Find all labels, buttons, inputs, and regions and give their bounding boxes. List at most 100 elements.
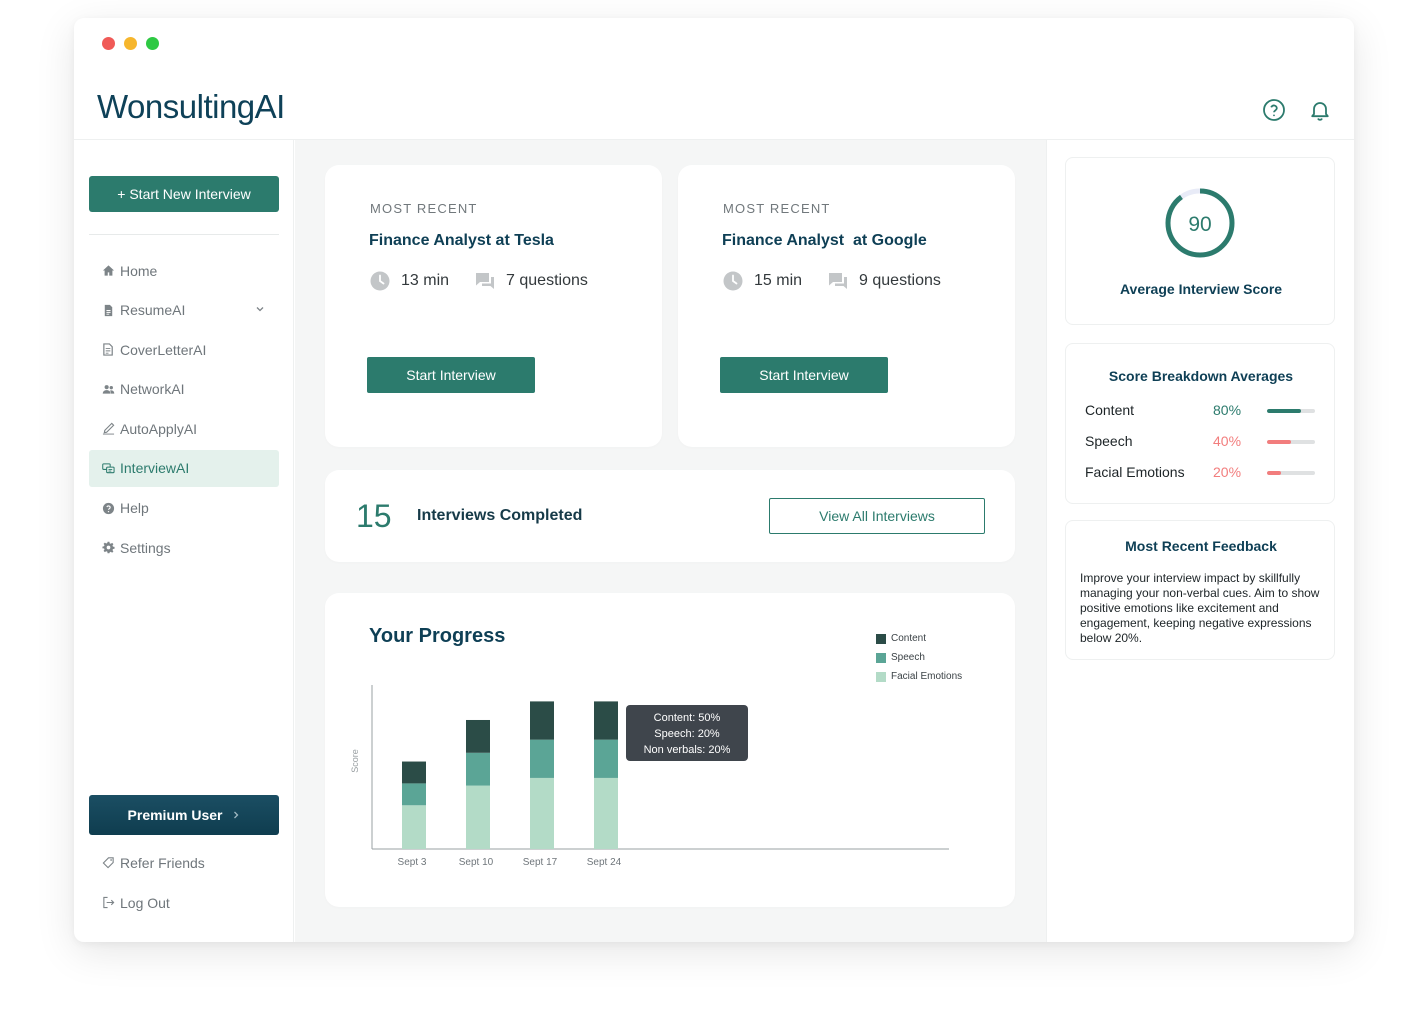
recent-feedback-card: Most Recent Feedback Improve your interv… <box>1065 520 1335 660</box>
bar-segment-facial-emotions-sept-24[interactable] <box>594 777 618 849</box>
recent-feedback-title: Most Recent Feedback <box>1125 538 1277 554</box>
chat-icon <box>101 461 115 475</box>
breakdown-label: Speech <box>1085 433 1133 449</box>
chart-tooltip: Content: 50% Speech: 20% Non verbals: 20… <box>626 705 748 761</box>
score-value: 90 <box>1188 213 1211 236</box>
chat-bubbles-icon <box>829 273 848 289</box>
sidebar-item-coverletterai[interactable]: CoverLetterAI <box>89 331 279 368</box>
progress-chart-card: Your Progress Content Speech Facial Emot… <box>325 593 1015 907</box>
interview-questions: 9 questions <box>859 272 941 289</box>
right-panel: 90 Average Interview Score Score Breakdo… <box>1046 140 1354 942</box>
interview-duration: 15 min <box>754 272 803 289</box>
sidebar-item-label: Help <box>120 500 149 517</box>
sidebar-item-label: NetworkAI <box>120 381 185 398</box>
pen-icon <box>101 422 115 436</box>
people-icon <box>101 382 115 396</box>
sidebar-item-label: Settings <box>120 539 171 556</box>
tooltip-line: Content: 50% <box>654 712 721 724</box>
recent-interview-card-2: MOST RECENT Finance Analyst at Google 15… <box>678 165 1015 447</box>
bar-segment-facial-emotions-sept-10[interactable] <box>466 785 490 849</box>
view-all-interviews-button[interactable]: View All Interviews <box>769 498 985 534</box>
breakdown-pct: 20% <box>1213 464 1242 480</box>
chevron-down-icon[interactable] <box>255 304 265 314</box>
interview-duration: 13 min <box>401 272 450 289</box>
average-score-card: 90 Average Interview Score <box>1065 157 1335 325</box>
breakdown-bar <box>1267 409 1315 413</box>
sidebar-item-interviewai[interactable]: InterviewAI <box>89 449 279 487</box>
log-out-link[interactable]: Log Out <box>89 884 279 921</box>
bar-segment-content-sept-24[interactable] <box>594 701 618 740</box>
close-window-dot[interactable] <box>102 37 115 50</box>
bar-segment-facial-emotions-sept-3[interactable] <box>402 805 426 849</box>
bar-segment-speech-sept-17[interactable] <box>530 739 554 778</box>
sidebar-item-label: InterviewAI <box>120 460 190 477</box>
bar-segment-speech-sept-24[interactable] <box>594 739 618 778</box>
sidebar-item-resumeai[interactable]: ResumeAI <box>89 292 279 329</box>
main-content: MOST RECENT Finance Analyst at Tesla 13 … <box>295 140 1046 942</box>
breakdown-bar <box>1267 471 1315 475</box>
start-new-interview-button[interactable]: + Start New Interview <box>89 176 279 212</box>
premium-user-label: Premium User <box>127 807 223 823</box>
start-interview-button[interactable]: Start Interview <box>720 357 888 393</box>
home-icon <box>101 264 115 278</box>
bar-segment-facial-emotions-sept-17[interactable] <box>530 777 554 849</box>
clock-icon <box>370 271 390 291</box>
start-interview-button[interactable]: Start Interview <box>367 357 535 393</box>
most-recent-label: MOST RECENT <box>723 201 831 216</box>
bar-segment-content-sept-10[interactable] <box>466 719 490 753</box>
sidebar-nav: Home ResumeAI CoverLetterAI NetworkAI Au… <box>89 252 279 569</box>
bar-segment-speech-sept-10[interactable] <box>466 752 490 786</box>
refer-friends-label: Refer Friends <box>120 854 205 871</box>
bar-segment-content-sept-17[interactable] <box>530 701 554 740</box>
average-score-label: Average Interview Score <box>1119 281 1283 297</box>
brand-logo[interactable]: WonsultingAI <box>97 88 285 126</box>
question-icon <box>101 501 115 515</box>
interviews-completed-count: 15 <box>356 498 392 534</box>
interview-meta: 13 min 7 questions <box>370 271 588 291</box>
score-breakdown-card: Score Breakdown Averages Content 80% Spe… <box>1065 343 1335 504</box>
breakdown-row-content: Content 80% <box>1085 402 1317 422</box>
sidebar-item-label: Home <box>120 262 158 279</box>
sidebar-item-help[interactable]: Help <box>89 490 279 527</box>
sidebar-bottom: Refer Friends Log Out <box>89 844 279 924</box>
document-icon <box>101 303 115 317</box>
x-tick-label: Sept 17 <box>523 857 558 868</box>
interview-title: Finance Analyst at Google <box>722 232 927 249</box>
recent-interview-card-1: MOST RECENT Finance Analyst at Tesla 13 … <box>325 165 662 447</box>
interview-meta: 15 min 9 questions <box>723 271 941 291</box>
minimize-window-dot[interactable] <box>124 37 137 50</box>
chat-bubbles-icon <box>476 273 495 289</box>
top-bar: WonsultingAI <box>74 78 1354 140</box>
tag-icon <box>101 856 115 870</box>
premium-user-button[interactable]: Premium User <box>89 795 279 835</box>
bar-segment-content-sept-3[interactable] <box>402 761 426 784</box>
sidebar-item-label: AutoApplyAI <box>120 420 198 437</box>
maximize-window-dot[interactable] <box>146 37 159 50</box>
interview-title: Finance Analyst at Tesla <box>369 232 554 249</box>
most-recent-label: MOST RECENT <box>370 201 478 216</box>
interviews-completed-label: Interviews Completed <box>417 507 583 524</box>
cover-letter-icon <box>101 343 115 357</box>
bell-icon[interactable] <box>1308 98 1332 127</box>
tooltip-line: Non verbals: 20% <box>644 744 731 756</box>
sidebar-item-settings[interactable]: Settings <box>89 529 279 566</box>
gear-icon <box>101 541 115 555</box>
x-tick-label: Sept 10 <box>459 857 494 868</box>
breakdown-label: Facial Emotions <box>1085 464 1185 480</box>
log-out-label: Log Out <box>120 894 170 911</box>
sidebar-item-networkai[interactable]: NetworkAI <box>89 371 279 408</box>
interview-questions: 7 questions <box>506 272 588 289</box>
interviews-completed-card: 15 Interviews Completed View All Intervi… <box>325 470 1015 562</box>
clock-icon <box>723 271 743 291</box>
help-circle-icon[interactable] <box>1262 98 1286 127</box>
bar-segment-speech-sept-3[interactable] <box>402 783 426 806</box>
sidebar-item-label: ResumeAI <box>120 302 186 319</box>
sidebar-item-autoapplyai[interactable]: AutoApplyAI <box>89 410 279 447</box>
score-ring: 90 <box>1165 188 1235 258</box>
chevron-right-icon <box>234 811 239 819</box>
sidebar-item-home[interactable]: Home <box>89 252 279 289</box>
breakdown-pct: 80% <box>1213 402 1242 418</box>
breakdown-row-speech: Speech 40% <box>1085 433 1317 453</box>
refer-friends-link[interactable]: Refer Friends <box>89 844 279 881</box>
breakdown-row-facial-emotions: Facial Emotions 20% <box>1085 464 1317 484</box>
